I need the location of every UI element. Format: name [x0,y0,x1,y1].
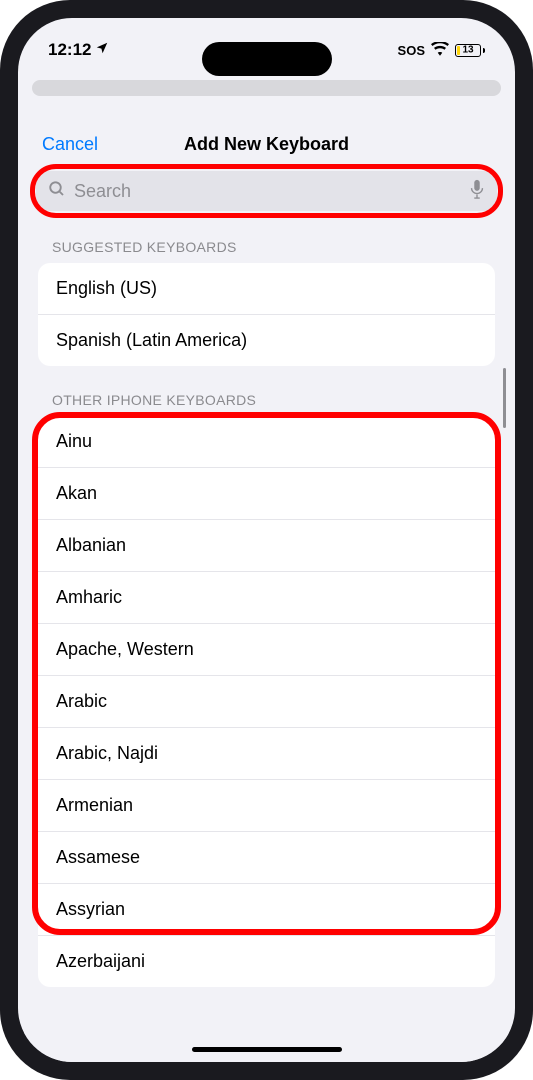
list-item[interactable]: Amharic [38,572,495,624]
list-item[interactable]: Albanian [38,520,495,572]
list-item[interactable]: Arabic, Najdi [38,728,495,780]
list-item[interactable]: English (US) [38,263,495,315]
dynamic-island [202,42,332,76]
status-time: 12:12 [48,40,91,60]
list-item[interactable]: Azerbaijani [38,936,495,987]
list-item[interactable]: Apache, Western [38,624,495,676]
other-keyboards-list: Ainu Akan Albanian Amharic Apache, Weste… [38,416,495,987]
list-item[interactable]: Assamese [38,832,495,884]
list-item[interactable]: Armenian [38,780,495,832]
home-indicator[interactable] [192,1047,342,1052]
sos-label: SOS [398,43,425,58]
sheet-title: Add New Keyboard [184,134,349,155]
list-item[interactable]: Spanish (Latin America) [38,315,495,366]
search-bar[interactable] [36,171,497,211]
search-input[interactable] [74,181,461,202]
suggested-section-header: SUGGESTED KEYBOARDS [24,227,509,263]
list-item[interactable]: Assyrian [38,884,495,936]
suggested-keyboards-list: English (US) Spanish (Latin America) [38,263,495,366]
phone-frame: 12:12 SOS 13 [0,0,533,1080]
list-item[interactable]: Ainu [38,416,495,468]
screen: 12:12 SOS 13 [18,18,515,1062]
background-sheet [32,80,501,96]
cancel-button[interactable]: Cancel [42,134,98,155]
wifi-icon [431,42,449,59]
location-icon [95,40,109,60]
battery-indicator: 13 [455,44,485,57]
list-item[interactable]: Arabic [38,676,495,728]
microphone-icon[interactable] [469,179,485,204]
other-section-header: OTHER IPHONE KEYBOARDS [24,366,509,416]
battery-percent: 13 [462,45,473,56]
modal-sheet: Cancel Add New Keyboard SUGGE [24,118,509,1062]
search-icon [48,180,66,203]
sheet-header: Cancel Add New Keyboard [24,118,509,167]
scroll-indicator[interactable] [503,368,506,428]
list-item[interactable]: Akan [38,468,495,520]
